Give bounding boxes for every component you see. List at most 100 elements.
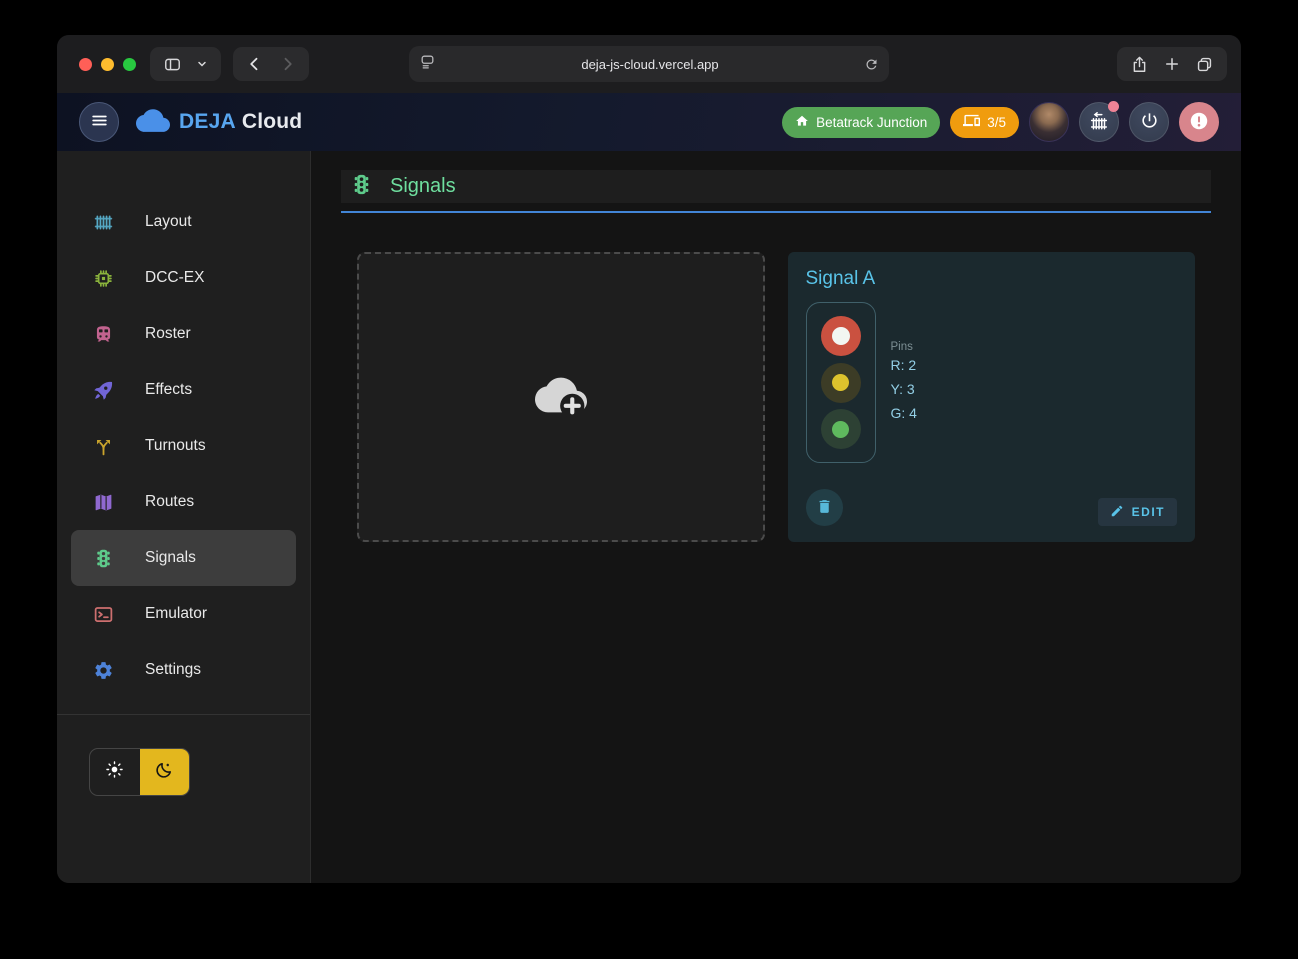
signal-card: Signal A Pins R: 2 Y: 3 G: 4 [788, 252, 1196, 542]
sidebar-item-routes[interactable]: Routes [71, 474, 296, 530]
rocket-icon [93, 380, 114, 401]
cloud-plus-icon [535, 369, 587, 426]
share-icon [1130, 55, 1149, 74]
browser-window: deja-js-cloud.vercel.app [57, 35, 1241, 883]
sidebar-item-label: Roster [145, 325, 191, 343]
forward-button[interactable] [271, 51, 303, 77]
sidebar-item-signals[interactable]: Signals [71, 530, 296, 586]
train-icon [93, 324, 114, 345]
close-window-button[interactable] [79, 58, 92, 71]
sidebar: Layout DCC-EX Roster [57, 151, 311, 883]
sidebar-item-label: Emulator [145, 605, 207, 623]
add-signal-dropzone[interactable] [357, 252, 765, 542]
power-icon [1140, 111, 1159, 133]
yellow-light [821, 363, 861, 403]
signal-card-title: Signal A [806, 268, 1178, 290]
sidebar-toggle-icon [163, 55, 182, 74]
sun-icon [105, 760, 124, 784]
layout-badge-label: Betatrack Junction [816, 115, 927, 130]
pin-red: R: 2 [891, 353, 917, 377]
sidebar-item-settings[interactable]: Settings [71, 642, 296, 698]
pin-green: G: 4 [891, 401, 917, 425]
delete-signal-button[interactable] [806, 489, 843, 526]
chevron-left-icon [246, 55, 264, 73]
green-light [821, 409, 861, 449]
dark-mode-button[interactable] [140, 749, 190, 795]
address-bar[interactable]: deja-js-cloud.vercel.app [409, 46, 889, 82]
page-title: Signals [390, 175, 456, 198]
track-status-button[interactable] [1079, 102, 1119, 142]
home-icon [795, 114, 809, 131]
sidebar-item-label: Layout [145, 213, 192, 231]
browser-toolbar: deja-js-cloud.vercel.app [57, 35, 1241, 93]
tabs-icon [1195, 55, 1214, 74]
tab-overview-button[interactable] [1188, 51, 1221, 78]
chevron-down-icon [196, 58, 208, 70]
signals-grid: Signal A Pins R: 2 Y: 3 G: 4 [357, 252, 1195, 542]
sidebar-item-roster[interactable]: Roster [71, 306, 296, 362]
brand-primary: DEJA [179, 110, 236, 133]
track-icon [93, 212, 114, 233]
page-settings-icon[interactable] [419, 53, 436, 75]
page-title-bar: Signals [341, 170, 1211, 203]
cloud-logo-icon [136, 109, 170, 135]
sidebar-item-label: DCC-EX [145, 269, 204, 287]
gear-icon [93, 660, 114, 681]
pin-yellow: Y: 3 [891, 377, 917, 401]
menu-button[interactable] [79, 102, 119, 142]
sidebar-toggle-group [150, 47, 221, 81]
sidebar-divider [57, 714, 310, 715]
edit-signal-button[interactable]: EDIT [1098, 498, 1177, 526]
minimize-window-button[interactable] [101, 58, 114, 71]
notification-dot [1108, 101, 1119, 112]
red-light [821, 316, 861, 356]
tab-group-chevron-button[interactable] [189, 54, 215, 74]
signal-card-footer: EDIT [806, 489, 1178, 526]
power-button[interactable] [1129, 102, 1169, 142]
back-button[interactable] [239, 51, 271, 77]
exclamation-circle-icon [1188, 110, 1210, 135]
pencil-icon [1110, 504, 1124, 521]
new-tab-button[interactable] [1156, 51, 1188, 77]
layout-badge[interactable]: Betatrack Junction [782, 107, 940, 138]
share-button[interactable] [1123, 51, 1156, 78]
railroad-track-icon [1088, 110, 1110, 135]
trash-icon [816, 498, 833, 518]
url-text: deja-js-cloud.vercel.app [436, 57, 864, 72]
zoom-window-button[interactable] [123, 58, 136, 71]
traffic-light-widget [806, 302, 876, 463]
chip-icon [93, 268, 114, 289]
window-controls [79, 58, 136, 71]
alert-button[interactable] [1179, 102, 1219, 142]
history-nav-group [233, 47, 309, 81]
light-mode-button[interactable] [90, 749, 140, 795]
chevron-right-icon [278, 55, 296, 73]
edit-button-label: EDIT [1132, 505, 1165, 519]
signal-card-body: Pins R: 2 Y: 3 G: 4 [806, 302, 1178, 463]
user-avatar[interactable] [1029, 102, 1069, 142]
sidebar-item-label: Signals [145, 549, 196, 567]
sidebar-item-dcc-ex[interactable]: DCC-EX [71, 250, 296, 306]
counter-badge[interactable]: 3/5 [950, 107, 1019, 138]
turnout-fork-icon [93, 436, 114, 457]
hamburger-icon [90, 111, 109, 133]
app-brand: DEJA Cloud [136, 109, 302, 135]
pins-info: Pins R: 2 Y: 3 G: 4 [891, 302, 917, 463]
header-actions: Betatrack Junction 3/5 [782, 102, 1219, 142]
main-content: Signals Signal A [311, 151, 1241, 883]
app-header: DEJA Cloud Betatrack Junction 3/5 [57, 93, 1241, 151]
map-icon [93, 492, 114, 513]
brand-secondary: Cloud [242, 110, 302, 133]
browser-sidebar-toggle-button[interactable] [156, 51, 189, 78]
traffic-light-icon [350, 173, 373, 201]
plus-icon [1163, 55, 1181, 73]
reload-button[interactable] [864, 57, 879, 72]
sidebar-item-label: Effects [145, 381, 192, 399]
sidebar-item-emulator[interactable]: Emulator [71, 586, 296, 642]
sidebar-item-turnouts[interactable]: Turnouts [71, 418, 296, 474]
green-light-lens [832, 421, 849, 438]
sidebar-item-effects[interactable]: Effects [71, 362, 296, 418]
counter-badge-label: 3/5 [987, 115, 1006, 130]
red-light-lens [832, 327, 850, 345]
sidebar-item-layout[interactable]: Layout [71, 194, 296, 250]
